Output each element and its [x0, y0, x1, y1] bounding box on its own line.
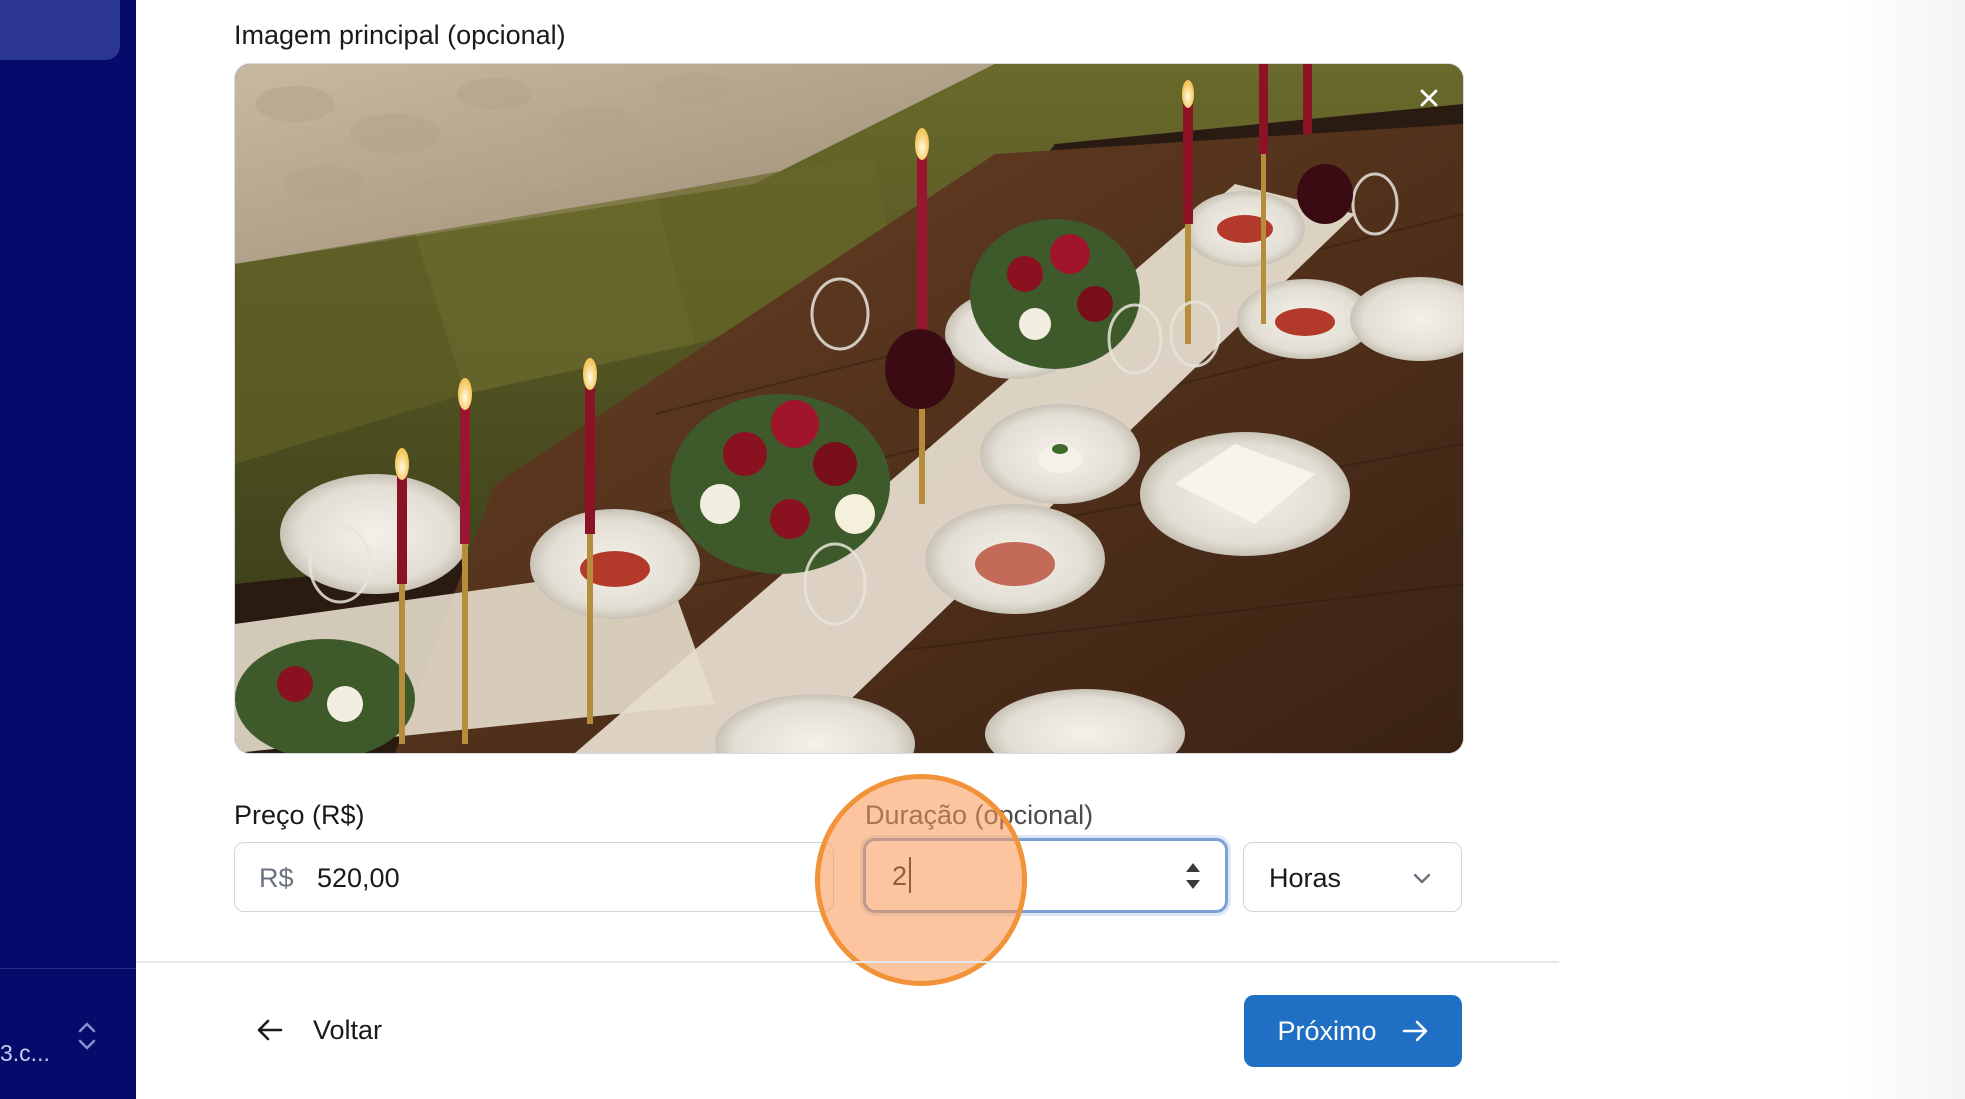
duration-unit-select[interactable]: Horas	[1243, 842, 1462, 912]
close-icon	[1420, 89, 1438, 107]
sidebar: 3.c...	[0, 0, 136, 1099]
sidebar-user-label[interactable]: 3.c...	[0, 1040, 50, 1067]
price-value: 520,00	[317, 863, 400, 893]
currency-prefix: R$	[259, 863, 294, 893]
next-button-label: Próximo	[1277, 1015, 1377, 1046]
duration-label: Duração (opcional)	[865, 800, 1094, 830]
back-button-label: Voltar	[313, 1014, 383, 1045]
chevron-down-icon	[1413, 873, 1431, 884]
price-input[interactable]: R$ 520,00	[234, 842, 834, 912]
duration-unit-value: Horas	[1269, 863, 1342, 893]
sidebar-active-item[interactable]	[0, 0, 120, 60]
duration-value: 2	[892, 861, 908, 891]
footer-divider	[136, 961, 1559, 963]
number-stepper-icon[interactable]	[1183, 859, 1203, 893]
next-button[interactable]: Próximo	[1244, 995, 1462, 1067]
image-label: Imagem principal (opcional)	[234, 20, 566, 50]
text-caret	[909, 857, 911, 893]
page-edge-shadow	[1845, 0, 1965, 1099]
arrow-right-icon	[1402, 1020, 1427, 1042]
duration-input[interactable]: 2	[863, 838, 1228, 913]
remove-image-button[interactable]	[1409, 78, 1449, 118]
arrow-left-icon	[257, 1019, 283, 1041]
back-button[interactable]: Voltar	[255, 1005, 382, 1055]
table-photo	[235, 64, 1463, 753]
main-image	[234, 63, 1464, 754]
sidebar-divider	[0, 968, 136, 969]
chevron-up-down-icon[interactable]	[76, 1020, 98, 1052]
price-label: Preço (R$)	[234, 800, 365, 830]
